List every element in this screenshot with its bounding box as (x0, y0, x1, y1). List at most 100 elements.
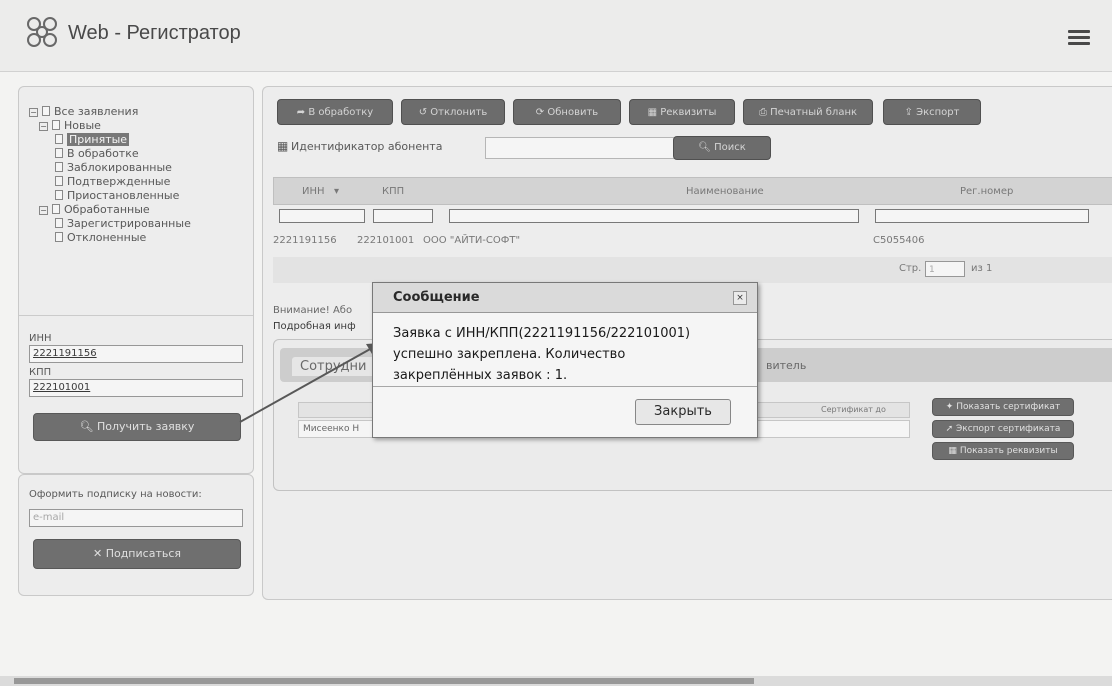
table-row[interactable]: 2221191156 222101001 ООО "АЙТИ-СОФТ" С50… (273, 229, 1112, 255)
search-label: Идентификатор абонента (291, 140, 443, 153)
horizontal-scrollbar[interactable] (0, 676, 1112, 686)
filter-inn-input[interactable] (279, 209, 365, 223)
export-certificate-button[interactable]: ➚ Экспорт сертификата (932, 420, 1074, 438)
email-field[interactable]: e-mail (29, 509, 243, 527)
divider (19, 315, 253, 316)
document-icon (55, 148, 63, 158)
column-name[interactable]: Наименование (686, 186, 764, 197)
tree-item-new[interactable]: − Новые (39, 119, 101, 133)
dialog-header: Сообщение × (373, 283, 757, 313)
tree-item-suspended[interactable]: Приостановленные (55, 189, 179, 203)
get-request-button[interactable]: 🔍︎ Получить заявку (33, 413, 241, 441)
scrollbar-thumb[interactable] (14, 678, 754, 684)
app-header: Web - Регистратор (0, 0, 1112, 72)
printer-icon: ⎙ (758, 107, 767, 118)
grid-header: ИНН ▾ КПП Наименование Рег.номер (273, 177, 1112, 205)
filter-name-input[interactable] (449, 209, 859, 223)
certificate-icon: ✦ (945, 402, 954, 412)
tab-employees[interactable]: Сотрудни (292, 357, 375, 376)
search-icon: 🔍︎ (698, 142, 711, 153)
table-icon: ▦ (647, 107, 658, 118)
tree-item-processing[interactable]: В обработке (55, 147, 139, 161)
sort-icon: ▾ (334, 186, 340, 197)
tree-item-blocked[interactable]: Заблокированные (55, 161, 172, 175)
message-dialog: Сообщение × Заявка с ИНН/КПП(2221191156/… (372, 282, 758, 438)
close-dialog-button[interactable]: Закрыть (635, 399, 731, 425)
document-icon (55, 190, 63, 200)
document-icon (55, 134, 63, 144)
notice-line-2: Подробная инф (273, 321, 356, 332)
collapse-icon[interactable]: − (39, 206, 48, 215)
tree-item-registered[interactable]: Зарегистрированные (55, 217, 191, 231)
tree-item-processed[interactable]: − Обработанные (39, 203, 150, 217)
arrow-icon: ➦ (296, 107, 306, 118)
show-certificate-button[interactable]: ✦ Показать сертификат (932, 398, 1074, 416)
dialog-message-line: Заявка с ИНН/КПП(2221191156/222101001) (393, 326, 691, 341)
dialog-message-line: закреплённых заявок : 1. (393, 368, 568, 383)
dialog-message-line: успешно закреплена. Количество (393, 347, 626, 362)
search-button[interactable]: 🔍︎ Поиск (673, 136, 771, 160)
dialog-divider (373, 386, 757, 387)
tree-item-confirmed[interactable]: Подтвержденные (55, 175, 170, 189)
cell-inn: 2221191156 (273, 235, 337, 246)
kpp-field[interactable]: 222101001 (29, 379, 243, 397)
export-icon: ➚ (945, 424, 954, 434)
export-icon: ⇪ (904, 107, 913, 118)
document-icon (55, 232, 63, 242)
subscribe-label: Оформить подписку на новости: (29, 489, 202, 500)
collapse-icon[interactable]: − (39, 122, 48, 131)
grid-icon: ▦ (277, 139, 289, 153)
cell-employee-name: Мисеенко Н (303, 424, 360, 434)
filter-kpp-input[interactable] (373, 209, 433, 223)
folder-icon (42, 106, 50, 116)
subscriber-id-input[interactable] (485, 137, 675, 159)
folder-icon (52, 204, 60, 214)
reject-button[interactable]: ↺ Отклонить (401, 99, 505, 125)
page-label: Стр. (899, 263, 922, 274)
dialog-message: Заявка с ИНН/КПП(2221191156/222101001) у… (393, 323, 753, 386)
subscribe-panel: Оформить подписку на новости: e-mail ✕ П… (18, 474, 254, 596)
column-kpp[interactable]: КПП (382, 186, 404, 197)
tree-item-all[interactable]: − Все заявления (29, 105, 138, 119)
folder-icon (52, 120, 60, 130)
document-icon (55, 176, 63, 186)
grid-pager: Стр. 1 из 1 (273, 257, 1112, 283)
table-icon: ▦ (948, 446, 957, 456)
inn-field[interactable]: 2221191156 (29, 345, 243, 363)
show-requisites-button[interactable]: ▦ Показать реквизиты (932, 442, 1074, 460)
tab-representative[interactable]: витель (766, 359, 806, 372)
close-icon[interactable]: × (733, 291, 747, 305)
refresh-button[interactable]: ⟳ Обновить (513, 99, 621, 125)
undo-icon: ↺ (418, 107, 428, 118)
document-icon (55, 162, 63, 172)
cell-kpp: 222101001 (357, 235, 415, 246)
inn-label: ИНН (29, 333, 52, 344)
notice-line-1: Внимание! Або (273, 305, 353, 316)
cell-name: ООО "АЙТИ-СОФТ" (423, 235, 521, 246)
menu-icon[interactable] (1068, 30, 1090, 46)
kpp-label: КПП (29, 367, 52, 378)
app-logo-icon (27, 17, 57, 47)
collapse-icon[interactable]: − (29, 108, 38, 117)
column-reg-number[interactable]: Рег.номер (960, 186, 1013, 197)
column-cert-until[interactable]: Сертификат до (821, 405, 886, 414)
close-x-icon: ✕ (92, 547, 103, 560)
cell-reg-number: С5055406 (873, 235, 925, 246)
subscribe-button[interactable]: ✕ Подписаться (33, 539, 241, 569)
requisites-button[interactable]: ▦ Реквизиты (629, 99, 735, 125)
dialog-title: Сообщение (393, 290, 480, 305)
tree-item-rejected[interactable]: Отклоненные (55, 231, 146, 245)
export-button[interactable]: ⇪ Экспорт (883, 99, 981, 125)
to-processing-button[interactable]: ➦ В обработку (277, 99, 393, 125)
page-input[interactable]: 1 (925, 261, 965, 277)
column-inn[interactable]: ИНН (302, 186, 325, 197)
page-of: из 1 (971, 263, 993, 274)
document-icon (55, 218, 63, 228)
print-form-button[interactable]: ⎙ Печатный бланк (743, 99, 873, 125)
app-title: Web - Регистратор (68, 22, 241, 44)
refresh-icon: ⟳ (535, 107, 545, 118)
filter-reg-input[interactable] (875, 209, 1089, 223)
search-icon: 🔍︎ (79, 420, 94, 433)
tree-item-accepted[interactable]: Принятые (55, 133, 130, 147)
status-tree-panel: − Все заявления − Новые Принятые В обработ… (18, 86, 254, 474)
